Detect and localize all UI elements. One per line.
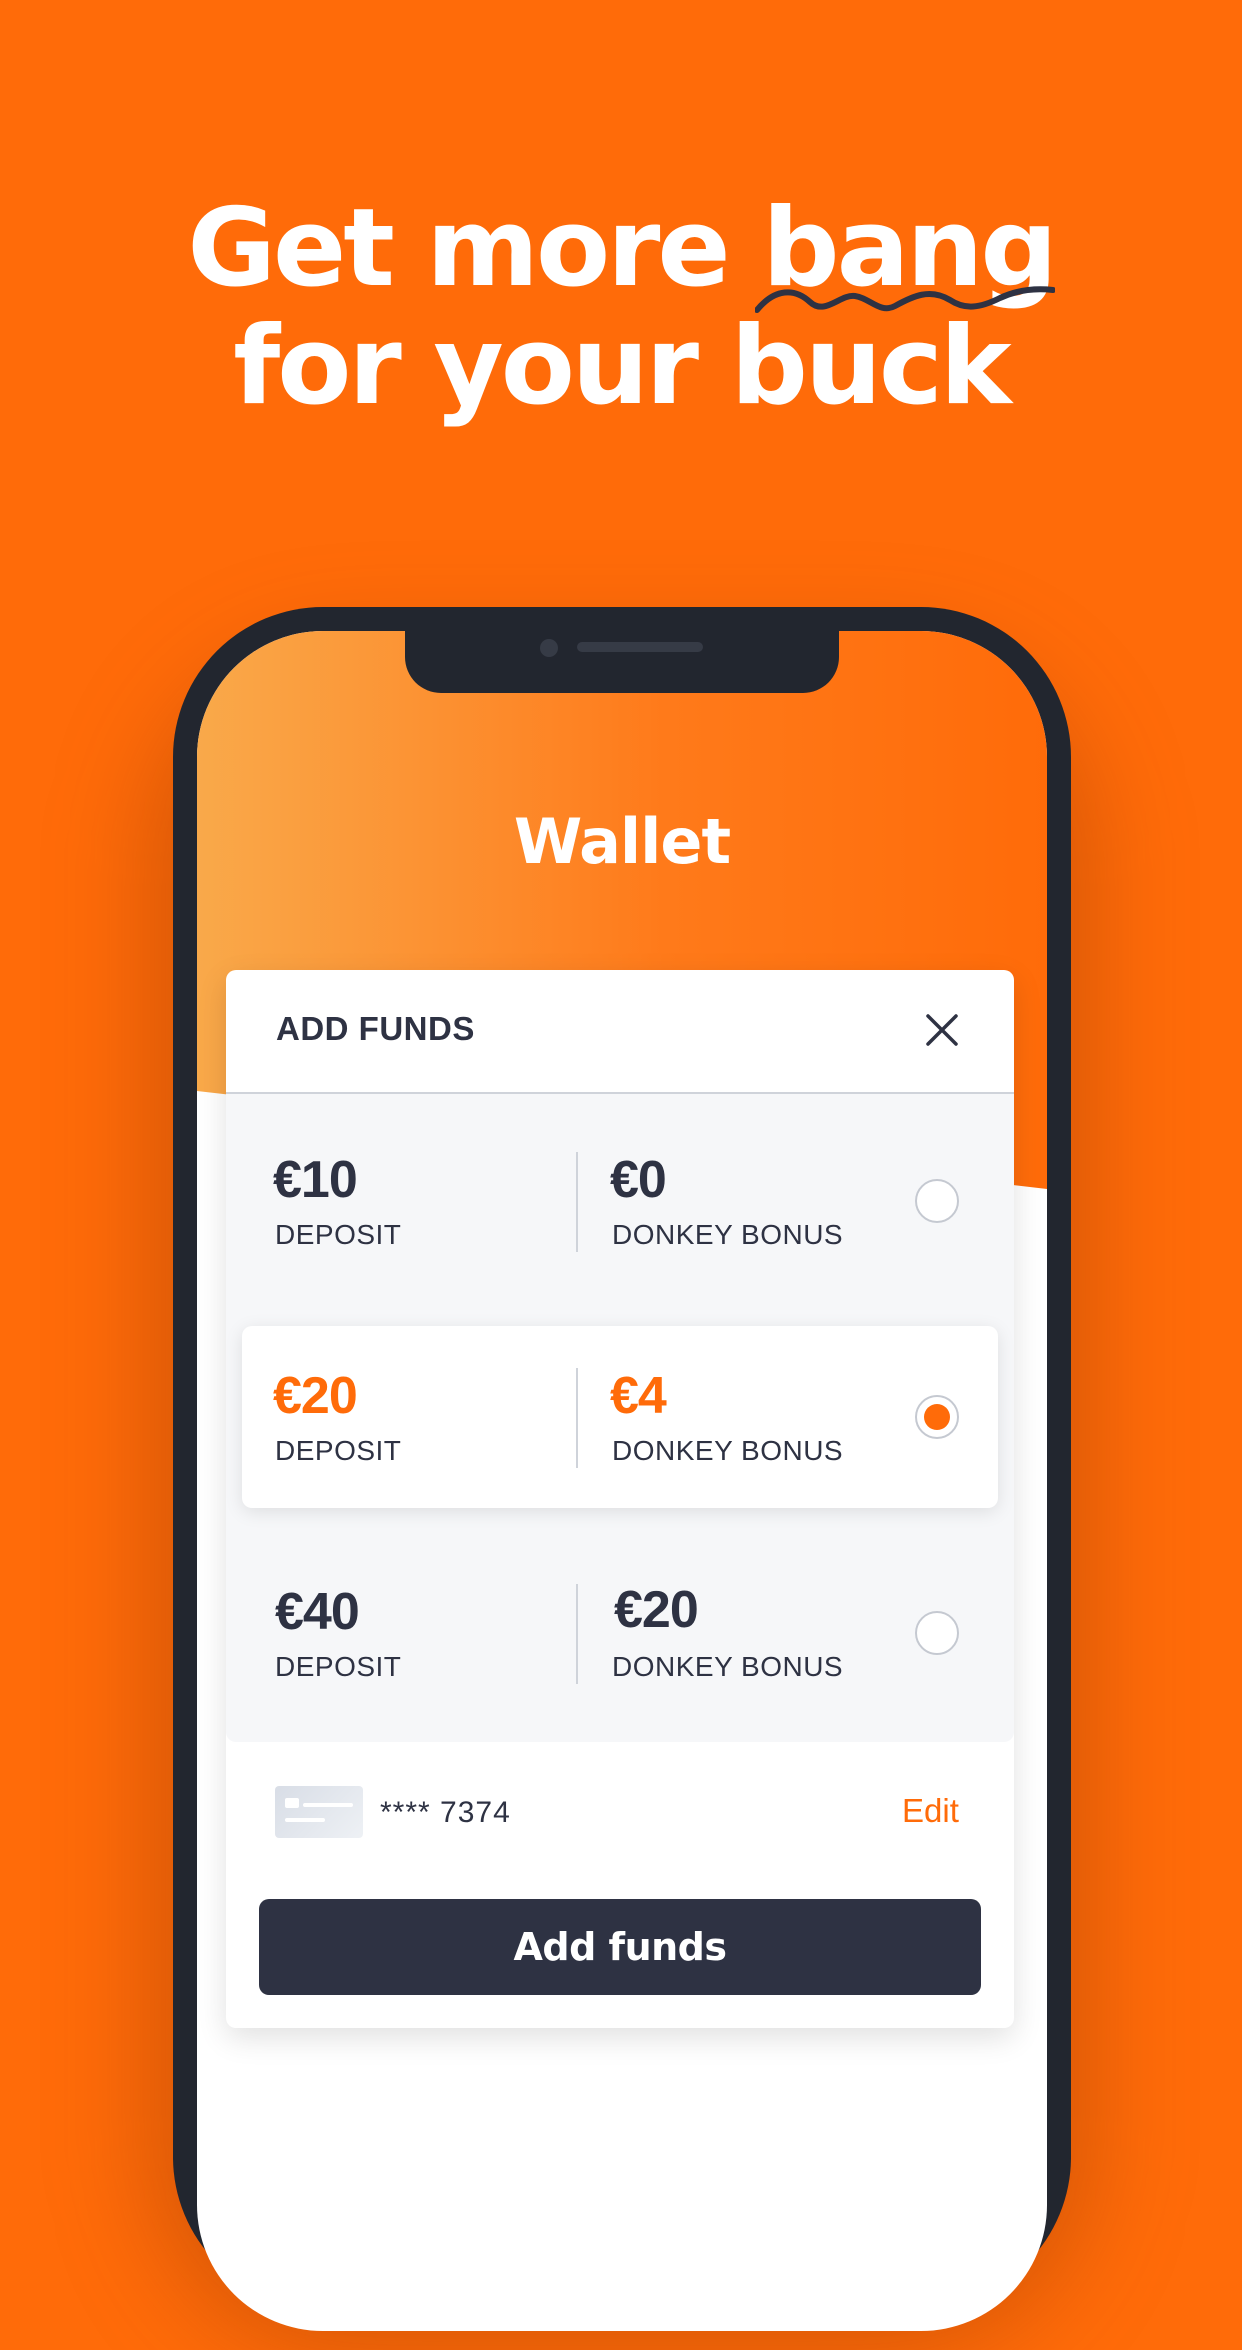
panel-header: ADD FUNDS <box>226 970 1014 1094</box>
option-divider <box>576 1584 578 1684</box>
bonus-amount: €4 <box>610 1367 667 1425</box>
squiggle-underline-icon <box>755 286 1055 313</box>
headline-line-2: for your buck <box>233 304 1011 429</box>
bonus-label: DONKEY BONUS <box>612 1651 844 1682</box>
bonus-label: DONKEY BONUS <box>612 1435 844 1466</box>
credit-card-icon <box>275 1786 363 1838</box>
deposit-label: DEPOSIT <box>275 1435 402 1466</box>
bonus-amount: €0 <box>610 1151 667 1209</box>
radio-button[interactable] <box>915 1179 959 1223</box>
deposit-label: DEPOSIT <box>275 1651 402 1682</box>
headline: Get more bang for your buck <box>0 190 1242 426</box>
page-title: Wallet <box>513 805 731 878</box>
deposit-amount: €20 <box>273 1367 358 1425</box>
option-divider <box>576 1368 578 1468</box>
radio-button-selected[interactable] <box>915 1395 959 1439</box>
bonus-amount: €20 <box>614 1581 699 1639</box>
bonus-label: DONKEY BONUS <box>612 1219 844 1250</box>
camera-icon <box>540 639 558 657</box>
edit-payment-link[interactable]: Edit <box>902 1792 959 1830</box>
deposit-amount: €40 <box>275 1583 360 1641</box>
phone-notch <box>405 607 839 693</box>
option-divider <box>576 1152 578 1252</box>
close-icon[interactable] <box>922 1010 962 1050</box>
headline-line-1: Get more bang <box>187 186 1057 311</box>
radio-button[interactable] <box>915 1611 959 1655</box>
panel-title: ADD FUNDS <box>276 1010 475 1047</box>
card-number: **** 7374 <box>380 1796 511 1829</box>
add-funds-button[interactable]: Add funds <box>259 1899 981 1995</box>
deposit-label: DEPOSIT <box>275 1219 402 1250</box>
speaker-grille <box>577 642 703 652</box>
deposit-amount: €10 <box>273 1151 358 1209</box>
radio-selected-dot <box>924 1404 950 1430</box>
